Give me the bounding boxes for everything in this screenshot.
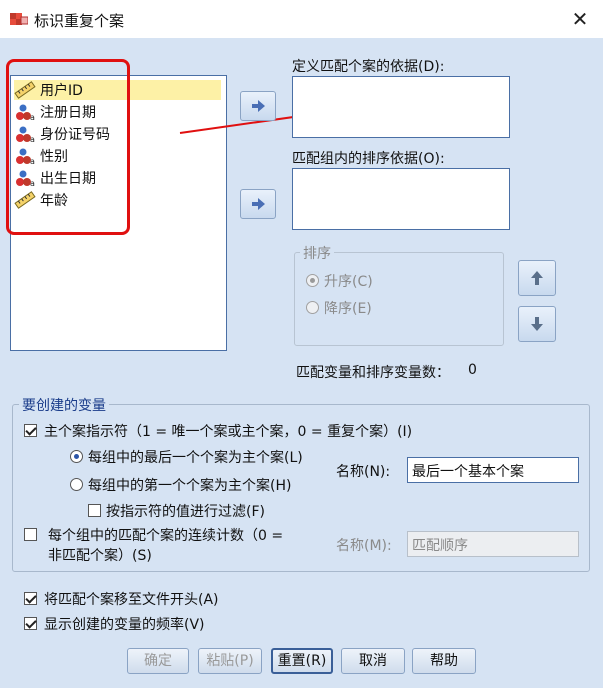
app-icon <box>10 13 28 25</box>
reset-button[interactable]: 重置(R) <box>271 648 333 674</box>
first-case-label: 每组中的第一个个案为主个案(H) <box>88 478 292 494</box>
define-match-label: 定义匹配个案的依据(D): <box>292 59 445 75</box>
arrow-right-icon <box>252 198 265 210</box>
sort-variables-list[interactable] <box>292 168 510 230</box>
move-to-top-checkbox[interactable] <box>24 592 37 605</box>
sequential-count-label-line2: 非匹配个案）(S) <box>48 548 152 564</box>
descending-label: 降序(E) <box>324 301 372 317</box>
paste-button[interactable]: 粘贴(P) <box>198 648 262 674</box>
match-variables-list[interactable] <box>292 76 510 138</box>
cancel-button[interactable]: 取消 <box>341 648 405 674</box>
indicator-name-input[interactable]: 最后一个基本个案 <box>407 457 579 483</box>
move-down-button[interactable] <box>518 306 556 342</box>
primary-indicator-label: 主个案指示符（1 = 唯一个案或主个案，0 = 重复个案）(I) <box>44 424 413 440</box>
help-button[interactable]: 帮助 <box>412 648 476 674</box>
filter-checkbox[interactable] <box>88 504 101 517</box>
name-label: 名称(N): <box>336 464 391 480</box>
arrow-down-icon <box>531 317 543 331</box>
variable-count-value: 0 <box>468 362 477 378</box>
sequence-name-input[interactable]: 匹配顺序 <box>407 531 579 557</box>
last-case-radio[interactable] <box>70 450 83 463</box>
ok-button[interactable]: 确定 <box>127 648 189 674</box>
variable-count-label: 匹配变量和排序变量数： <box>296 365 450 381</box>
arrow-right-icon <box>252 100 265 112</box>
title-bar: 标识重复个案 ✕ <box>0 0 603 38</box>
ascending-radio[interactable] <box>306 274 319 287</box>
move-to-sort-button[interactable] <box>240 189 276 219</box>
close-button[interactable]: ✕ <box>557 0 603 38</box>
name2-label: 名称(M): <box>336 538 392 554</box>
move-to-match-button[interactable] <box>240 91 276 121</box>
show-frequency-checkbox[interactable] <box>24 617 37 630</box>
filter-label: 按指示符的值进行过滤(F) <box>106 504 265 520</box>
sort-within-label: 匹配组内的排序依据(O): <box>292 151 445 167</box>
sequential-count-label-line1: 每个组中的匹配个案的连续计数（0 = <box>48 528 284 544</box>
last-case-label: 每组中的最后一个个案为主个案(L) <box>88 450 303 466</box>
close-icon: ✕ <box>571 7 589 31</box>
ascending-label: 升序(C) <box>324 274 373 290</box>
arrow-up-icon <box>531 271 543 285</box>
first-case-radio[interactable] <box>70 478 83 491</box>
window-title: 标识重复个案 <box>34 12 125 30</box>
move-to-top-label: 将匹配个案移至文件开头(A) <box>44 592 219 608</box>
primary-indicator-checkbox[interactable] <box>24 424 37 437</box>
show-frequency-label: 显示创建的变量的频率(V) <box>44 617 205 633</box>
move-up-button[interactable] <box>518 260 556 296</box>
sequential-count-checkbox[interactable] <box>24 528 37 541</box>
descending-radio[interactable] <box>306 301 319 314</box>
dialog-body: 用户ID a 注册日期 a 身份证号码 a 性别 a 出生日期 年龄 定义匹配个… <box>0 38 603 688</box>
sort-order-legend: 排序 <box>300 243 334 263</box>
create-variables-legend: 要创建的变量 <box>19 395 109 415</box>
